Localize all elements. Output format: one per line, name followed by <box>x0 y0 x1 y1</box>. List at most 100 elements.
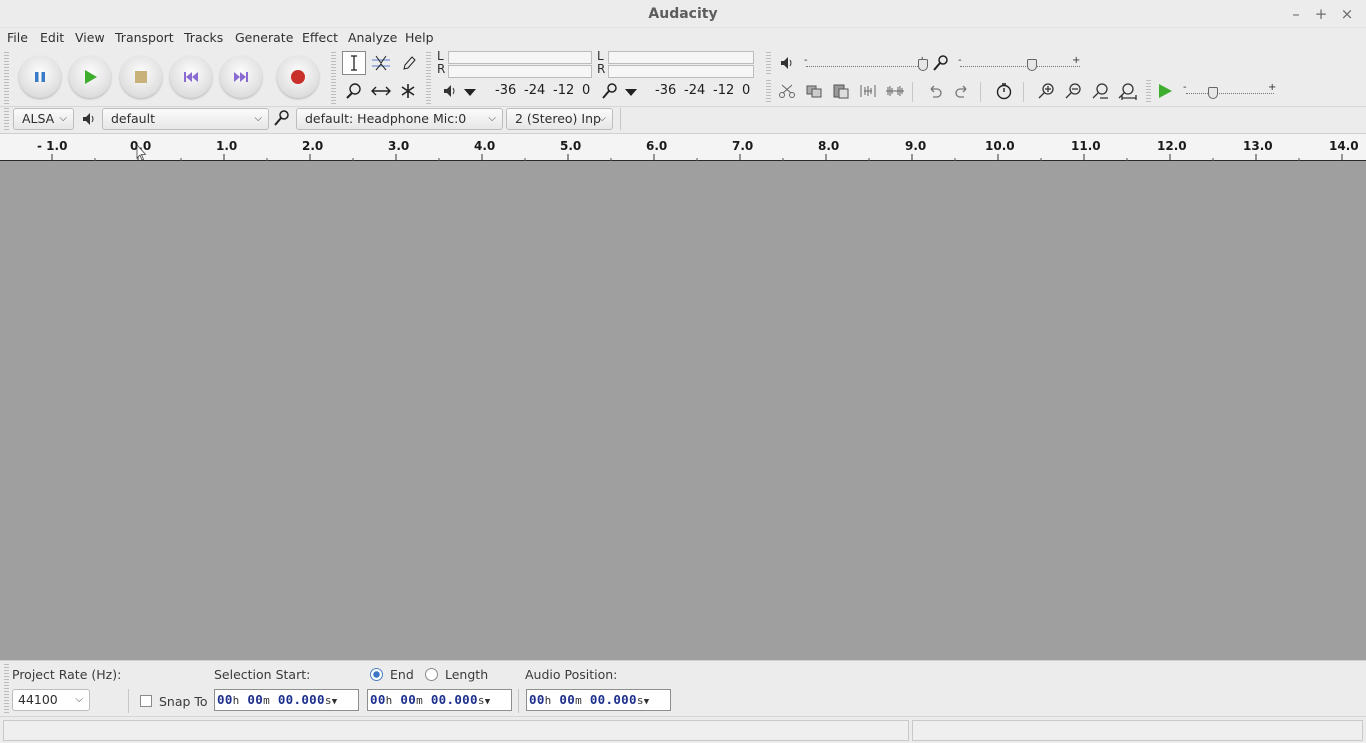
project-rate-dropdown[interactable]: 44100 ⌵ <box>12 689 90 711</box>
audio-host-dropdown[interactable]: ALSA ⌵ <box>13 108 74 130</box>
record-meter-right-label: R <box>597 62 606 76</box>
silence-audio-button[interactable] <box>883 80 907 102</box>
playback-speed-thumb[interactable] <box>1208 87 1218 99</box>
audio-position-label: Audio Position: <box>525 667 618 682</box>
seconds-digits: 00.000 <box>430 692 478 707</box>
double-arrow-icon <box>371 86 391 96</box>
chevron-down-icon: ⌵ <box>254 113 262 124</box>
channels-dropdown[interactable]: 2 (Stereo) Inp ⌵ <box>506 108 613 130</box>
selection-toolbar-grip[interactable] <box>4 664 9 714</box>
seconds-digits: 00.000 <box>589 692 637 707</box>
paste-button[interactable] <box>829 80 853 102</box>
project-rate-value: 44100 <box>18 692 58 707</box>
playback-speed-slider[interactable] <box>1186 93 1274 94</box>
zoom-in-button[interactable] <box>1034 80 1058 102</box>
zoom-in-icon <box>1038 83 1054 99</box>
triangle-down-icon: ▼ <box>484 697 491 707</box>
play-button[interactable] <box>69 56 111 98</box>
tools-toolbar-grip[interactable] <box>331 52 336 104</box>
playback-volume-thumb[interactable] <box>918 59 928 71</box>
skip-to-end-button[interactable] <box>220 56 262 98</box>
record-meter-left[interactable] <box>608 51 754 64</box>
transport-toolbar-grip[interactable] <box>4 52 9 104</box>
recording-volume-slider[interactable] <box>960 66 1080 67</box>
record-meter-right[interactable] <box>608 65 754 78</box>
mixer-toolbar-grip[interactable] <box>766 52 771 76</box>
playback-device-value: default <box>111 111 155 126</box>
seconds-digits: 00.000 <box>277 692 325 707</box>
playback-meter-right-label: R <box>437 62 446 76</box>
audio-position-time[interactable]: 00h 00m 00.000s▼ <box>526 689 671 711</box>
recording-device-dropdown[interactable]: default: Headphone Mic:0 ⌵ <box>296 108 503 130</box>
speaker-icon <box>442 83 458 103</box>
length-radio[interactable] <box>425 668 438 681</box>
menu-generate[interactable]: Generate <box>235 29 293 47</box>
menu-edit[interactable]: Edit <box>40 29 64 47</box>
meter-toolbar-grip[interactable] <box>426 52 431 104</box>
copy-icon <box>806 85 822 98</box>
triangle-down-icon <box>464 89 476 96</box>
record-scale-tick: -36 <box>655 83 677 98</box>
record-scale-tick: 0 <box>742 83 751 98</box>
menu-analyze[interactable]: Analyze <box>348 29 397 47</box>
copy-button[interactable] <box>802 80 826 102</box>
fit-selection-button[interactable] <box>1088 80 1112 102</box>
playback-meter-right[interactable] <box>448 65 592 78</box>
selection-end-time[interactable]: 00h 00m 00.000s▼ <box>367 689 512 711</box>
skip-to-start-button[interactable] <box>170 56 212 98</box>
envelope-tool[interactable] <box>369 51 393 75</box>
stop-button[interactable] <box>120 56 162 98</box>
playback-volume-slider[interactable] <box>806 66 926 67</box>
length-label: Length <box>445 667 489 682</box>
fit-project-button[interactable] <box>1115 80 1139 102</box>
magnifier-icon <box>346 83 361 99</box>
minimize-button[interactable]: – <box>1286 4 1306 24</box>
play-head-marker-icon[interactable] <box>135 143 147 161</box>
menu-help[interactable]: Help <box>405 29 434 47</box>
timeline-ruler[interactable]: - 1.0 0.0 1.0 2.0 3.0 4.0 5.0 6.0 7.0 8.… <box>0 133 1366 161</box>
zoom-out-button[interactable] <box>1061 80 1085 102</box>
playback-meter-left[interactable] <box>448 51 592 64</box>
chevron-down-icon: ⌵ <box>488 113 496 124</box>
hours-unit: h <box>232 694 240 707</box>
ruler-ticks <box>51 150 1343 161</box>
minutes-digits: 00 <box>559 692 576 707</box>
sync-lock-button[interactable] <box>992 80 1016 102</box>
snap-to-checkbox[interactable] <box>140 695 152 707</box>
record-scale-tick: -24 <box>684 83 706 98</box>
zoom-tool[interactable] <box>342 79 366 103</box>
pause-button[interactable] <box>19 56 61 98</box>
menu-transport[interactable]: Transport <box>115 29 174 47</box>
redo-button[interactable] <box>950 80 974 102</box>
maximize-button[interactable]: + <box>1311 4 1331 24</box>
play-at-speed-toolbar-grip[interactable] <box>1146 80 1151 104</box>
cut-button[interactable] <box>775 80 799 102</box>
menu-effect[interactable]: Effect <box>302 29 338 47</box>
track-area[interactable] <box>0 161 1366 660</box>
playback-device-dropdown[interactable]: default ⌵ <box>102 108 269 130</box>
undo-button[interactable] <box>923 80 947 102</box>
record-button[interactable] <box>277 56 319 98</box>
selection-start-time[interactable]: 00h 00m 00.000s▼ <box>214 689 359 711</box>
chevron-down-icon: ⌵ <box>59 113 67 124</box>
device-toolbar-grip[interactable] <box>4 108 9 130</box>
draw-tool[interactable] <box>396 51 420 75</box>
zoom-out-icon <box>1065 83 1081 99</box>
menu-view[interactable]: View <box>75 29 105 47</box>
record-meter-menu-button[interactable] <box>624 86 638 102</box>
hours-digits: 00 <box>217 692 233 707</box>
menu-tracks[interactable]: Tracks <box>184 29 223 47</box>
time-shift-tool[interactable] <box>369 79 393 103</box>
playback-meter-menu-button[interactable] <box>463 86 477 102</box>
undo-icon <box>930 85 942 98</box>
edit-toolbar-grip[interactable] <box>766 80 771 104</box>
end-radio[interactable] <box>370 668 383 681</box>
close-button[interactable]: × <box>1337 4 1357 24</box>
play-at-speed-button[interactable] <box>1153 80 1177 102</box>
chevron-down-icon: ⌵ <box>75 694 83 705</box>
menu-file[interactable]: File <box>7 29 28 47</box>
trim-audio-button[interactable] <box>856 80 880 102</box>
recording-volume-thumb[interactable] <box>1027 59 1037 71</box>
multi-tool[interactable] <box>396 79 420 103</box>
selection-tool[interactable] <box>342 51 366 75</box>
